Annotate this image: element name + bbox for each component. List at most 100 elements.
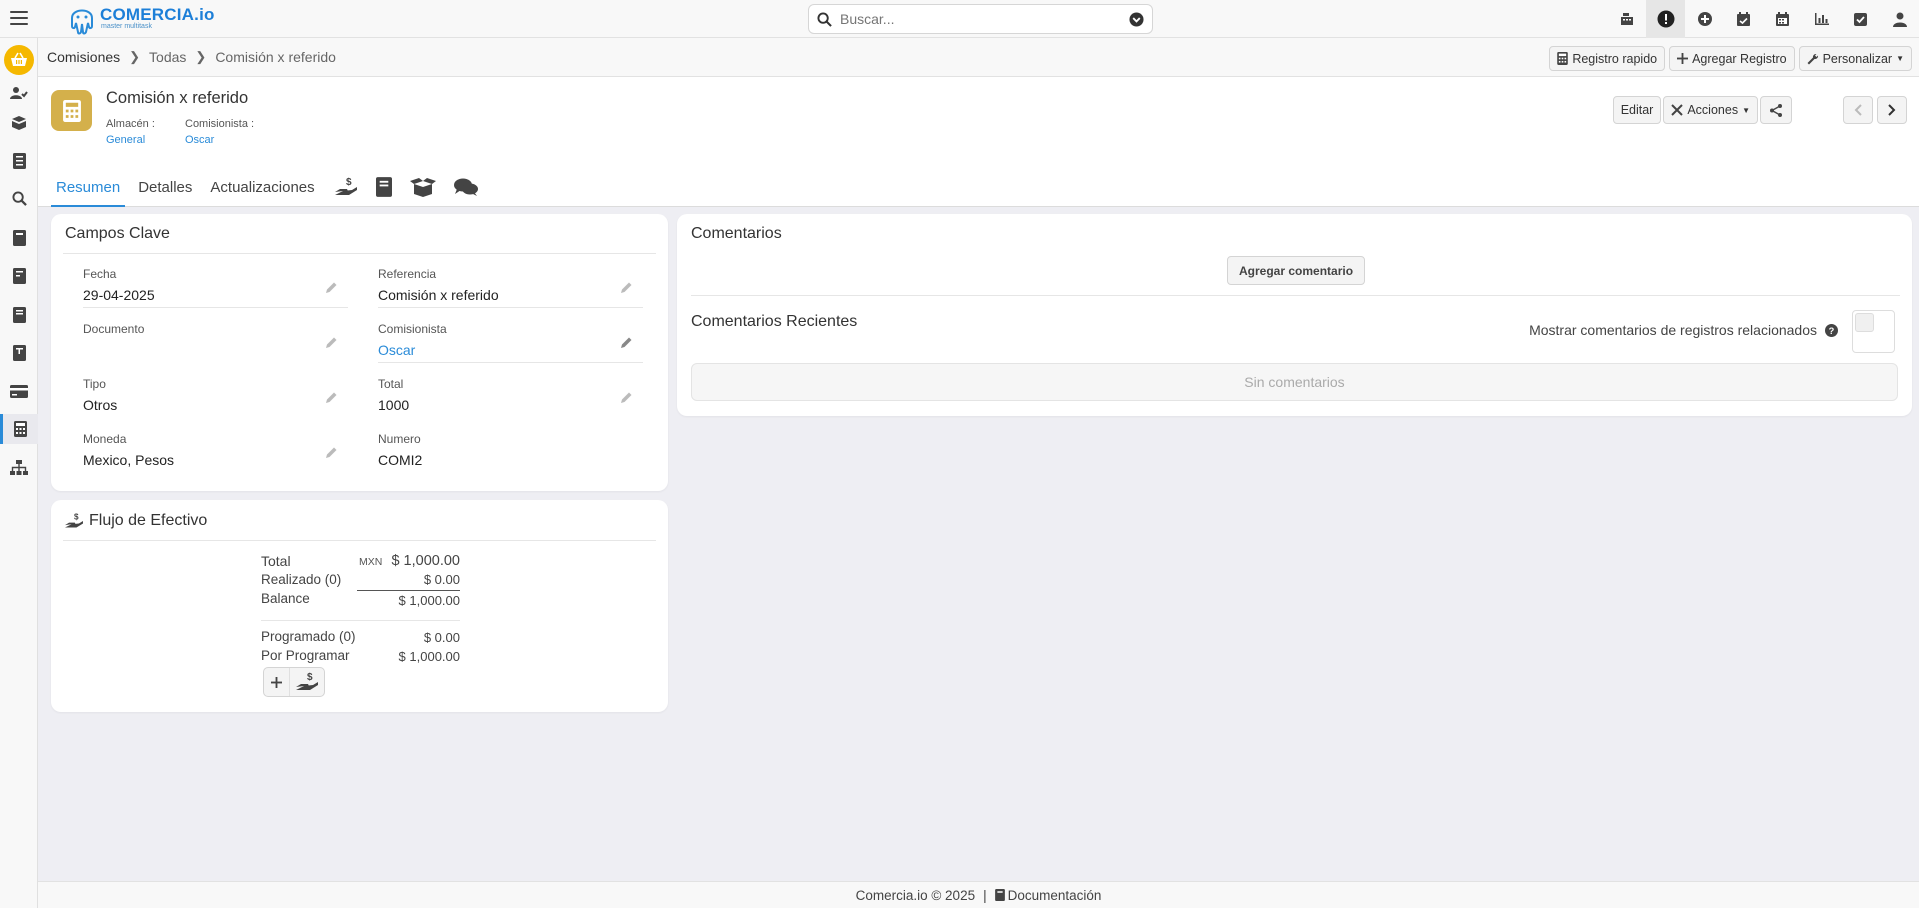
breadcrumb-current: Comisión x referido: [215, 49, 336, 65]
sidebar-item-invoices[interactable]: [0, 338, 38, 368]
svg-text:?: ?: [1829, 326, 1835, 336]
user-icon[interactable]: [1880, 0, 1919, 38]
add-comment-button[interactable]: Agregar comentario: [1227, 256, 1366, 285]
tab-resumen[interactable]: Resumen: [51, 167, 126, 207]
quick-record-button[interactable]: Registro rapido: [1549, 46, 1666, 71]
octopus-logo-icon: [71, 9, 93, 35]
tab-cash-flow[interactable]: $: [328, 167, 364, 207]
breadcrumb-commissions[interactable]: Comisiones: [47, 49, 120, 65]
almacen-link[interactable]: General: [106, 134, 155, 146]
cf-por-programar-value: $ 1,000.00: [398, 649, 460, 664]
tab-detalles[interactable]: Detalles: [133, 167, 197, 207]
sidebar-item-organization[interactable]: [0, 452, 38, 482]
record-tabs: Resumen Detalles Actualizaciones $: [51, 167, 490, 207]
calendar-check-icon[interactable]: [1724, 0, 1763, 38]
show-related-toggle[interactable]: [1852, 310, 1895, 353]
field-comisionista: Comisionista Oscar: [378, 322, 643, 363]
cash-flow-card: $ Flujo de Efectivo Total MXN $ 1,000.00…: [51, 500, 668, 712]
pencil-icon[interactable]: [325, 391, 338, 404]
search-doc-icon: [11, 190, 27, 206]
credit-card-icon: [10, 384, 28, 398]
pencil-icon[interactable]: [620, 336, 633, 349]
calendar-icon[interactable]: [1763, 0, 1802, 38]
cf-realizado-value: $ 0.00: [423, 572, 460, 587]
plus-circle-icon[interactable]: [1685, 0, 1724, 38]
caret-down-icon: ▼: [1742, 105, 1750, 115]
menu-icon[interactable]: [10, 9, 28, 27]
comisionista-field-link[interactable]: Oscar: [378, 342, 643, 358]
pencil-icon[interactable]: [620, 391, 633, 404]
calculator-icon: [62, 99, 81, 122]
sidebar-item-purchases[interactable]: [0, 261, 38, 291]
moneda-value: Mexico, Pesos: [83, 452, 175, 468]
field-documento: Documento: [83, 322, 348, 348]
pencil-icon[interactable]: [620, 281, 633, 294]
cf-realizado-label: Realizado (0): [261, 572, 342, 587]
pencil-icon[interactable]: [325, 281, 338, 294]
almacen-label: Almacén :: [106, 118, 155, 130]
share-button[interactable]: [1760, 96, 1792, 124]
search-box: [808, 4, 1153, 34]
quick-record-label: Registro rapido: [1572, 51, 1658, 66]
sidebar-item-commissions[interactable]: [0, 414, 38, 444]
add-record-label: Agregar Registro: [1692, 51, 1787, 66]
alert-icon[interactable]: [1646, 0, 1685, 38]
sidebar-item-contacts[interactable]: [0, 78, 38, 108]
sidebar-item-payments[interactable]: [0, 376, 38, 406]
bar-chart-icon[interactable]: [1802, 0, 1841, 38]
basket-icon: [11, 52, 27, 66]
pencil-icon[interactable]: [325, 446, 338, 459]
schedule-payment-button[interactable]: $: [290, 668, 324, 696]
svg-text:$: $: [346, 177, 352, 188]
field-fecha: Fecha 29-04-2025: [83, 267, 348, 308]
search-icon: [817, 11, 832, 27]
brand-tagline: master multitask: [101, 23, 152, 30]
sidebar-item-quotes[interactable]: [0, 146, 38, 176]
plus-icon: [1677, 53, 1689, 64]
breadcrumb-all[interactable]: Todas: [149, 49, 186, 65]
caret-down-icon: ▼: [1896, 54, 1904, 63]
help-icon[interactable]: ?: [1825, 323, 1838, 337]
previous-record-button[interactable]: [1843, 96, 1873, 124]
note-icon: [12, 307, 26, 323]
tab-products[interactable]: [404, 167, 442, 207]
tab-comments[interactable]: [448, 167, 484, 207]
tab-documents[interactable]: [370, 167, 398, 207]
svg-text:$: $: [307, 672, 313, 683]
breadcrumb: Comisiones ❯ Todas ❯ Comisión x referido: [47, 49, 336, 65]
tab-actualizaciones[interactable]: Actualizaciones: [205, 167, 319, 207]
sidebar-item-products[interactable]: [0, 108, 38, 138]
field-total: Total 1000: [378, 377, 643, 413]
footer-docs-link[interactable]: Documentación: [1008, 888, 1102, 903]
customize-button[interactable]: Personalizar ▼: [1798, 46, 1912, 71]
sidebar-item-search[interactable]: [0, 183, 38, 213]
wrench-icon: [1807, 53, 1818, 64]
chevron-down-circle-icon[interactable]: [1129, 11, 1144, 27]
actions-button[interactable]: Acciones ▼: [1663, 96, 1758, 124]
brand-logo[interactable]: COMERCIA.io master multitask: [68, 2, 215, 36]
cf-total-label: Total: [261, 553, 291, 569]
search-input[interactable]: [840, 11, 1129, 27]
book-icon: [994, 889, 1005, 901]
calculator-icon: [1557, 52, 1569, 65]
cf-por-programar-label: Por Programar: [261, 648, 350, 663]
sitemap-icon: [10, 459, 28, 475]
home-basket-button[interactable]: [4, 45, 34, 75]
add-cash-flow-button[interactable]: [264, 668, 290, 696]
pencil-icon[interactable]: [325, 336, 338, 349]
moneda-label: Moneda: [83, 432, 127, 446]
cf-currency: MXN: [359, 556, 383, 568]
task-check-icon[interactable]: [1841, 0, 1880, 38]
cash-register-icon[interactable]: [1607, 0, 1646, 38]
sidebar-item-orders[interactable]: [0, 223, 38, 253]
comisionista-link[interactable]: Oscar: [185, 134, 254, 146]
add-record-button[interactable]: Agregar Registro: [1669, 46, 1795, 71]
total-value: 1000: [378, 397, 410, 413]
cf-programado-value: $ 0.00: [423, 630, 460, 645]
referencia-label: Referencia: [378, 267, 437, 281]
show-related-label: Mostrar comentarios de registros relacio…: [1529, 322, 1817, 338]
edit-button[interactable]: Editar: [1612, 96, 1662, 124]
sidebar-item-credit-notes[interactable]: [0, 300, 38, 330]
meta-comisionista: Comisionista : Oscar: [185, 118, 254, 146]
next-record-button[interactable]: [1877, 96, 1907, 124]
